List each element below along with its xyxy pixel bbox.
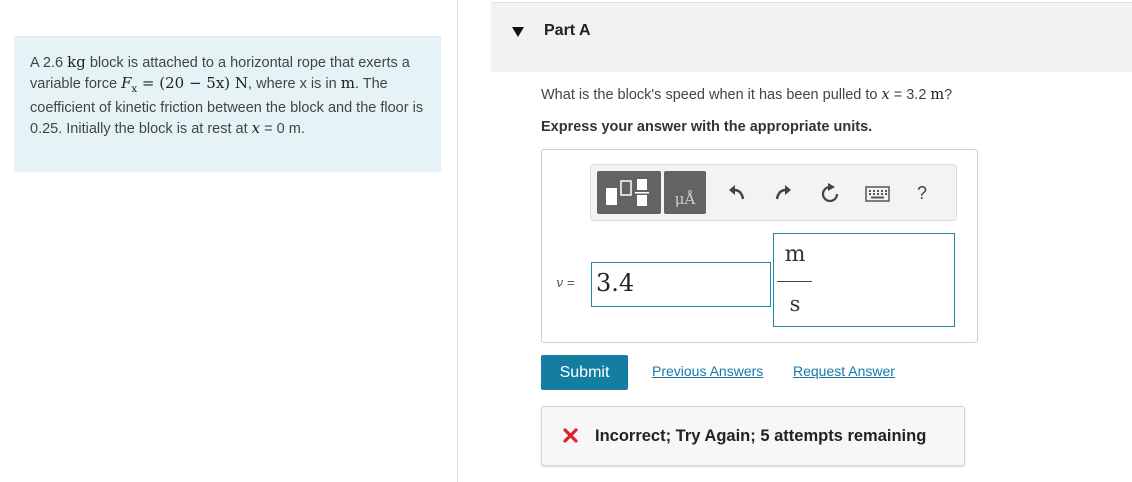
templates-button[interactable] — [597, 171, 661, 214]
answer-eq: = — [563, 275, 575, 290]
units-button[interactable]: μÅ — [664, 171, 706, 214]
question-prefix: What is the block's speed when it has be… — [541, 87, 882, 103]
problem-statement: A 2.6 kg block is attached to a horizont… — [14, 36, 441, 172]
initial-x-var: x — [251, 118, 261, 137]
submit-button[interactable]: Submit — [541, 355, 628, 390]
length-unit: m — [340, 73, 355, 92]
redo-icon[interactable] — [772, 182, 794, 204]
force-expression: Fx = (20 − 5x) N — [121, 73, 249, 95]
question-end: ? — [944, 87, 953, 103]
keyboard-icon[interactable] — [865, 186, 890, 202]
problem-text-2: , where x is in — [248, 75, 341, 92]
panel-divider — [457, 0, 458, 482]
feedback-text: Incorrect; Try Again; 5 attempts remaini… — [595, 427, 927, 445]
part-title: Part A — [544, 22, 591, 39]
question-suffix: = 3.2 — [889, 87, 931, 103]
previous-answers-link[interactable]: Previous Answers — [652, 363, 763, 379]
value-input[interactable]: 3.4 — [591, 262, 771, 307]
collapse-triangle-icon[interactable] — [511, 26, 525, 38]
unit-fraction-bar — [777, 281, 812, 282]
force-symbol: F — [121, 73, 132, 92]
undo-icon[interactable] — [726, 182, 748, 204]
request-answer-link[interactable]: Request Answer — [793, 363, 895, 379]
help-button[interactable]: ? — [917, 183, 927, 204]
question-var: x — [881, 87, 890, 103]
question-unit: m — [930, 87, 945, 103]
unit-denominator: s — [789, 292, 801, 316]
problem-text-4: . — [300, 120, 305, 137]
part-header: Part A — [491, 2, 1132, 72]
problem-text-prefix: A 2.6 — [30, 55, 64, 71]
unit-numerator: m — [784, 242, 806, 267]
question-text: What is the block's speed when it has be… — [541, 87, 952, 103]
templates-icon — [606, 179, 649, 206]
initial-value: = 0 m — [260, 120, 301, 137]
reset-icon[interactable] — [819, 183, 841, 205]
answer-variable-label: v = — [556, 275, 575, 291]
instruction-text: Express your answer with the appropriate… — [541, 119, 873, 135]
incorrect-x-icon — [563, 428, 578, 443]
mass-unit: kg — [67, 53, 86, 71]
units-button-label: μÅ — [674, 190, 696, 208]
force-expr: = (20 − 5x) N — [137, 73, 249, 92]
